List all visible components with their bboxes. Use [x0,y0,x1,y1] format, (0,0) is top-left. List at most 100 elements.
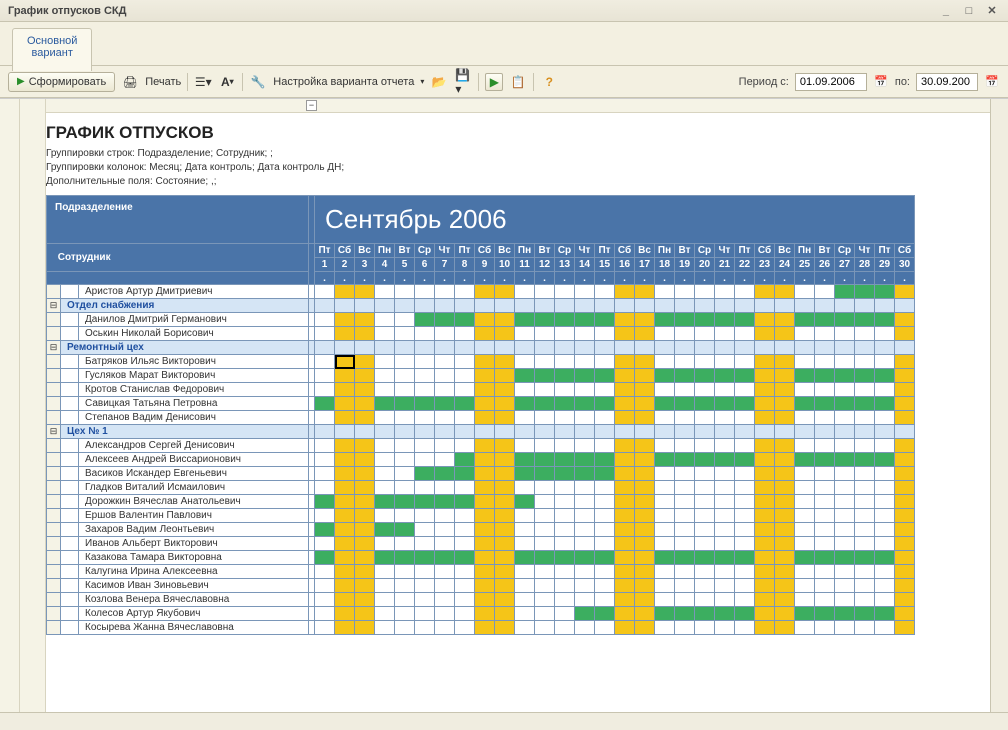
day-cell[interactable] [895,593,915,607]
day-cell[interactable] [795,565,815,579]
day-cell[interactable] [335,439,355,453]
day-cell[interactable] [495,607,515,621]
day-cell[interactable] [615,607,635,621]
day-cell[interactable] [375,495,395,509]
day-cell[interactable] [495,355,515,369]
day-cell[interactable] [435,551,455,565]
day-cell[interactable] [615,411,635,425]
day-cell[interactable] [855,285,875,299]
day-cell[interactable] [515,537,535,551]
employee-name[interactable]: Алексеев Андрей Виссарионович [79,453,309,467]
employee-name[interactable]: Казакова Тамара Викторовна [79,551,309,565]
day-cell[interactable] [835,579,855,593]
day-cell[interactable] [395,397,415,411]
day-cell[interactable] [515,495,535,509]
day-cell[interactable] [555,397,575,411]
day-cell[interactable] [595,537,615,551]
day-cell[interactable] [695,495,715,509]
day-cell[interactable] [335,467,355,481]
day-cell[interactable] [455,467,475,481]
day-cell[interactable] [315,607,335,621]
day-cell[interactable] [475,439,495,453]
day-cell[interactable] [335,481,355,495]
day-cell[interactable] [575,285,595,299]
day-cell[interactable] [655,439,675,453]
day-cell[interactable] [535,579,555,593]
day-cell[interactable] [715,453,735,467]
employee-name[interactable]: Иванов Альберт Викторович [79,537,309,551]
day-cell[interactable] [675,369,695,383]
day-cell[interactable] [635,355,655,369]
day-cell[interactable] [835,327,855,341]
day-cell[interactable] [835,593,855,607]
day-cell[interactable] [675,397,695,411]
day-cell[interactable] [855,593,875,607]
minimize-icon[interactable]: _ [938,5,954,17]
day-cell[interactable] [475,313,495,327]
day-cell[interactable] [395,537,415,551]
day-cell[interactable] [515,565,535,579]
day-cell[interactable] [555,439,575,453]
day-cell[interactable] [315,453,335,467]
day-cell[interactable] [415,467,435,481]
day-cell[interactable] [515,481,535,495]
day-cell[interactable] [695,565,715,579]
day-cell[interactable] [815,355,835,369]
employee-name[interactable]: Кротов Станислав Федорович [79,383,309,397]
day-cell[interactable] [895,313,915,327]
day-cell[interactable] [815,509,835,523]
day-cell[interactable] [435,453,455,467]
day-cell[interactable] [635,439,655,453]
day-cell[interactable] [355,383,375,397]
employee-name[interactable]: Васиков Искандер Евгеньевич [79,467,309,481]
day-cell[interactable] [355,369,375,383]
day-cell[interactable] [315,579,335,593]
day-cell[interactable] [675,579,695,593]
day-cell[interactable] [435,607,455,621]
day-cell[interactable] [615,565,635,579]
day-cell[interactable] [455,565,475,579]
day-cell[interactable] [835,551,855,565]
day-cell[interactable] [415,523,435,537]
day-cell[interactable] [435,411,455,425]
day-cell[interactable] [675,411,695,425]
date-from-input[interactable] [795,73,867,91]
day-cell[interactable] [475,621,495,635]
day-cell[interactable] [855,621,875,635]
day-cell[interactable] [855,467,875,481]
day-cell[interactable] [835,383,855,397]
day-cell[interactable] [675,327,695,341]
day-cell[interactable] [855,523,875,537]
day-cell[interactable] [455,285,475,299]
day-cell[interactable] [475,495,495,509]
day-cell[interactable] [435,593,455,607]
day-cell[interactable] [355,439,375,453]
day-cell[interactable] [735,467,755,481]
day-cell[interactable] [635,621,655,635]
day-cell[interactable] [815,551,835,565]
day-cell[interactable] [775,593,795,607]
day-cell[interactable] [515,285,535,299]
day-cell[interactable] [715,327,735,341]
day-cell[interactable] [835,397,855,411]
day-cell[interactable] [555,537,575,551]
day-cell[interactable] [355,523,375,537]
day-cell[interactable] [515,593,535,607]
day-cell[interactable] [355,411,375,425]
day-cell[interactable] [795,397,815,411]
day-cell[interactable] [535,467,555,481]
day-cell[interactable] [415,285,435,299]
day-cell[interactable] [895,411,915,425]
day-cell[interactable] [635,593,655,607]
day-cell[interactable] [515,313,535,327]
day-cell[interactable] [635,397,655,411]
day-cell[interactable] [835,453,855,467]
day-cell[interactable] [655,355,675,369]
day-cell[interactable] [715,439,735,453]
day-cell[interactable] [675,285,695,299]
day-cell[interactable] [855,453,875,467]
day-cell[interactable] [715,397,735,411]
day-cell[interactable] [555,495,575,509]
day-cell[interactable] [575,481,595,495]
day-cell[interactable] [415,453,435,467]
